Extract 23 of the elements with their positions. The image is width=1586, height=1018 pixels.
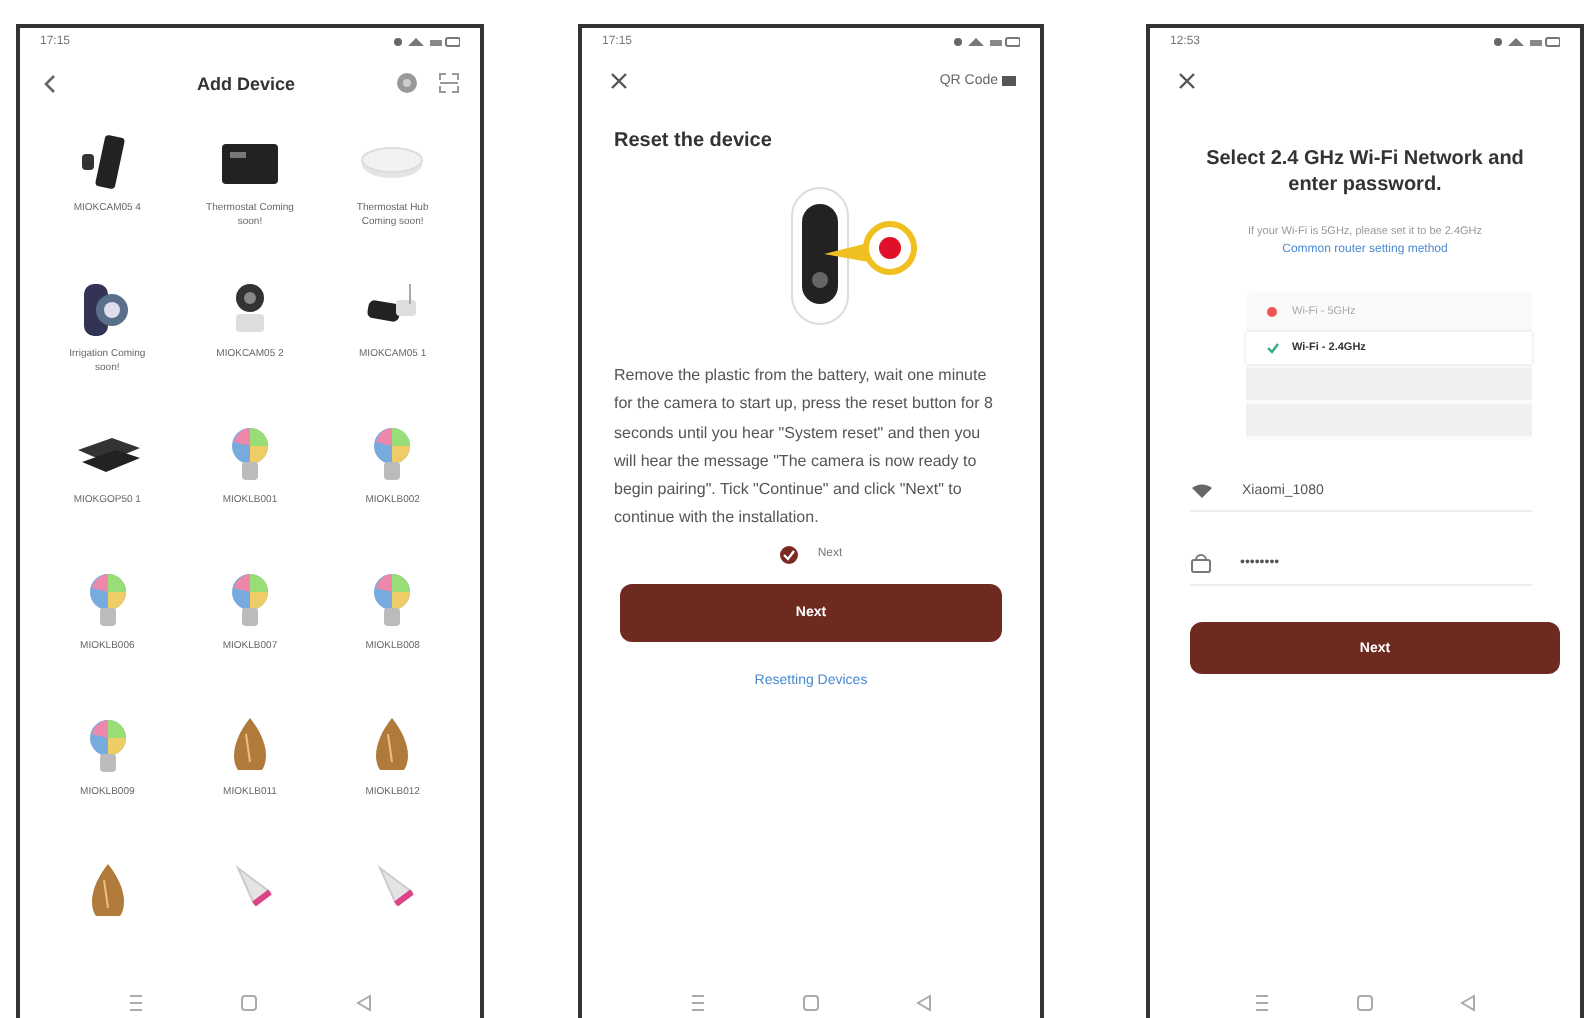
wifi-title: Select 2.4 GHz Wi-Fi Network and enter password. (1204, 146, 1526, 198)
lock-icon (1190, 552, 1212, 574)
check-icon (1266, 342, 1280, 354)
checkbox[interactable] (779, 545, 798, 564)
screen-title: Add Device (196, 73, 296, 93)
home-icon[interactable] (240, 994, 259, 1012)
wifi-icon (1190, 480, 1214, 500)
instructions-text: Remove the plastic from the battery, wait one minute for the camera to start up, press the reset button for 8 seconds until you hear "System reset" and then you will hear the message "The camera is now ready to begin pairing". Tick "Continue" and click "Next" to continue with the installation. (614, 364, 995, 531)
reset-title: Reset the device (612, 128, 774, 152)
menu-icon[interactable] (690, 994, 706, 1012)
home-icon[interactable] (802, 994, 820, 1012)
status-icons (952, 36, 1020, 48)
check-icon (781, 547, 796, 562)
home-icon[interactable] (1355, 994, 1374, 1012)
menu-icon[interactable] (128, 994, 145, 1012)
close-icon[interactable] (610, 72, 628, 90)
close-icon[interactable] (1178, 72, 1196, 90)
qr-scan-icon[interactable] (438, 72, 460, 94)
status-icons (392, 36, 460, 48)
back-icon[interactable] (44, 73, 56, 93)
menu-icon[interactable] (1253, 994, 1270, 1012)
dot-icon (1266, 306, 1280, 318)
status-icons (1492, 36, 1560, 48)
